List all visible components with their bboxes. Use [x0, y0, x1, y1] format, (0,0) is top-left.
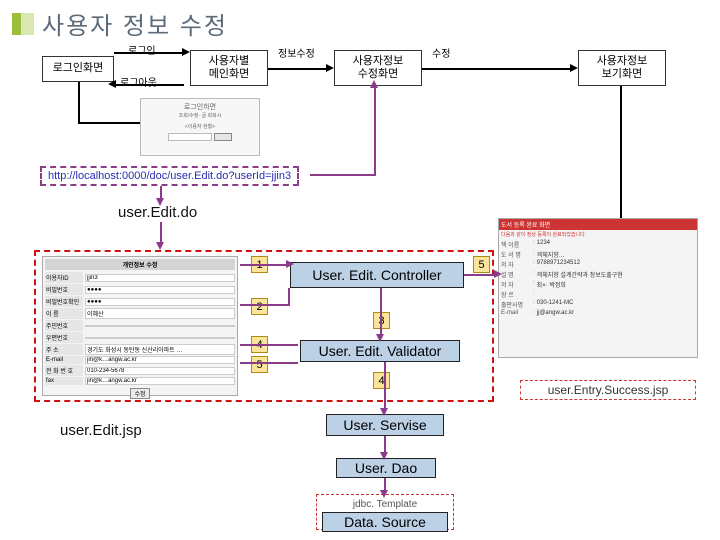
success-line: 출판사명:030-1241-MC [499, 300, 697, 309]
form-row: 비밀번호●●●● [45, 284, 235, 295]
arr-3-head [376, 334, 384, 342]
arr-val-srv [384, 362, 386, 412]
success-line: 설 명:객체지향 설계간략과 정보도출구현 [499, 270, 697, 279]
badge-5a: 5 [251, 356, 268, 373]
box-service: User. Servise [326, 414, 444, 436]
box-user-edit-screen: 사용자정보 수정화면 [334, 50, 422, 86]
arr-5b [464, 274, 498, 276]
arr-srv-dao-head [380, 452, 388, 460]
arr-3 [380, 288, 382, 338]
arrow-do-to-form [160, 222, 162, 244]
title-bullet-icon [12, 13, 34, 35]
form-row: 비밀번호확인●●●● [45, 296, 235, 307]
arr-5 [240, 362, 298, 364]
arr-1-head [286, 260, 294, 268]
label-user-edit-do: user.Edit.do [118, 204, 197, 221]
arr-4 [240, 344, 298, 346]
label-login: 로그인 [128, 42, 156, 57]
arr-val-srv-head [380, 408, 388, 416]
conn-login-mock-v [78, 82, 80, 122]
arr-2v [288, 288, 290, 306]
success-line: 장 르: [499, 290, 697, 299]
box-dao: User. Dao [336, 458, 436, 478]
arrow-edit-action [422, 68, 572, 70]
arr-dao-ds-head [380, 490, 388, 498]
label-success-jsp: user.Entry.Success.jsp [520, 380, 696, 400]
success-line: E-mail:jj@angw.ac.kr [499, 310, 697, 316]
success-line: 저 자:9788971234512 [499, 260, 697, 269]
box-user-view-screen: 사용자정보 보기화면 [578, 50, 666, 86]
arrow-logout [114, 84, 184, 86]
arrow-url-right-head [370, 80, 378, 88]
success-line: 도 서 명:객체지향… [499, 250, 697, 259]
arrow-url-right-v [374, 86, 376, 176]
label-edit-action: 수정 [432, 45, 450, 60]
form-title: 개인정보 수정 [45, 259, 235, 270]
arrow-url-right-h [310, 174, 374, 176]
mock-login-screen: 로그인하면 조회/수정· 글 회복시 <이용자 현황> [140, 98, 260, 156]
box-controller: User. Edit. Controller [290, 262, 464, 288]
arr-2 [240, 304, 288, 306]
arr-1 [240, 264, 288, 266]
form-row: 이용자IDjjin3 [45, 272, 235, 283]
box-datasource: Data. Source [322, 512, 448, 532]
mock-success-screen: 도서 등록 완료 화면 다음과 같이 정상 등록이 완료되었습니다. 책 이름:… [498, 218, 698, 358]
box-validator: User. Edit. Validator [300, 340, 460, 362]
arrow-login-head [182, 48, 190, 56]
arrow-login [114, 52, 184, 54]
success-line: 저 자:최×· 박정희 [499, 280, 697, 289]
form-row: 우편번호 [45, 332, 235, 343]
form-submit-button[interactable]: 수정 [130, 388, 149, 399]
badge-2: 2 [251, 298, 268, 315]
success-line: 책 이름:1234 [499, 240, 697, 249]
conn-success-view [620, 86, 622, 218]
conn-login-mock-h [78, 122, 140, 124]
arrow-do-to-form-head [156, 242, 164, 250]
url-box: http://localhost:0000/doc/user.Edit.do?u… [40, 166, 299, 186]
label-user-edit-jsp: user.Edit.jsp [60, 422, 142, 439]
page-title: 사용자 정보 수정 [42, 6, 228, 41]
mock-edit-form: 개인정보 수정 이용자IDjjin3비밀번호●●●●비밀번호확인●●●●이 름이… [42, 256, 238, 396]
arr-5b-head [494, 270, 502, 278]
arrow-info-edit [268, 68, 328, 70]
form-row: 전 화 번 호010-234-5678 [45, 365, 235, 376]
arrow-logout-head [108, 80, 116, 88]
page-title-bar: 사용자 정보 수정 [12, 6, 228, 41]
box-login-screen: 로그인화면 [42, 56, 114, 82]
box-user-main: 사용자별 메인화면 [190, 50, 268, 86]
form-row: 이 름이혜산 [45, 308, 235, 319]
arrow-edit-action-head [570, 64, 578, 72]
form-row: 주민번호 [45, 320, 235, 331]
badge-4b: 4 [373, 372, 390, 389]
form-row: E-mailjin@k…angw.ac.kr [45, 356, 235, 364]
form-row: faxjin@k…angw.ac.kr [45, 377, 235, 385]
label-logout: 로그아웃 [120, 74, 157, 89]
arrow-info-edit-head [326, 64, 334, 72]
badge-5b: 5 [473, 256, 490, 273]
label-info-edit: 정보수정 [278, 45, 315, 60]
form-row: 주 소경기도 화성시 동탄동 신산리아파트 … [45, 344, 235, 355]
